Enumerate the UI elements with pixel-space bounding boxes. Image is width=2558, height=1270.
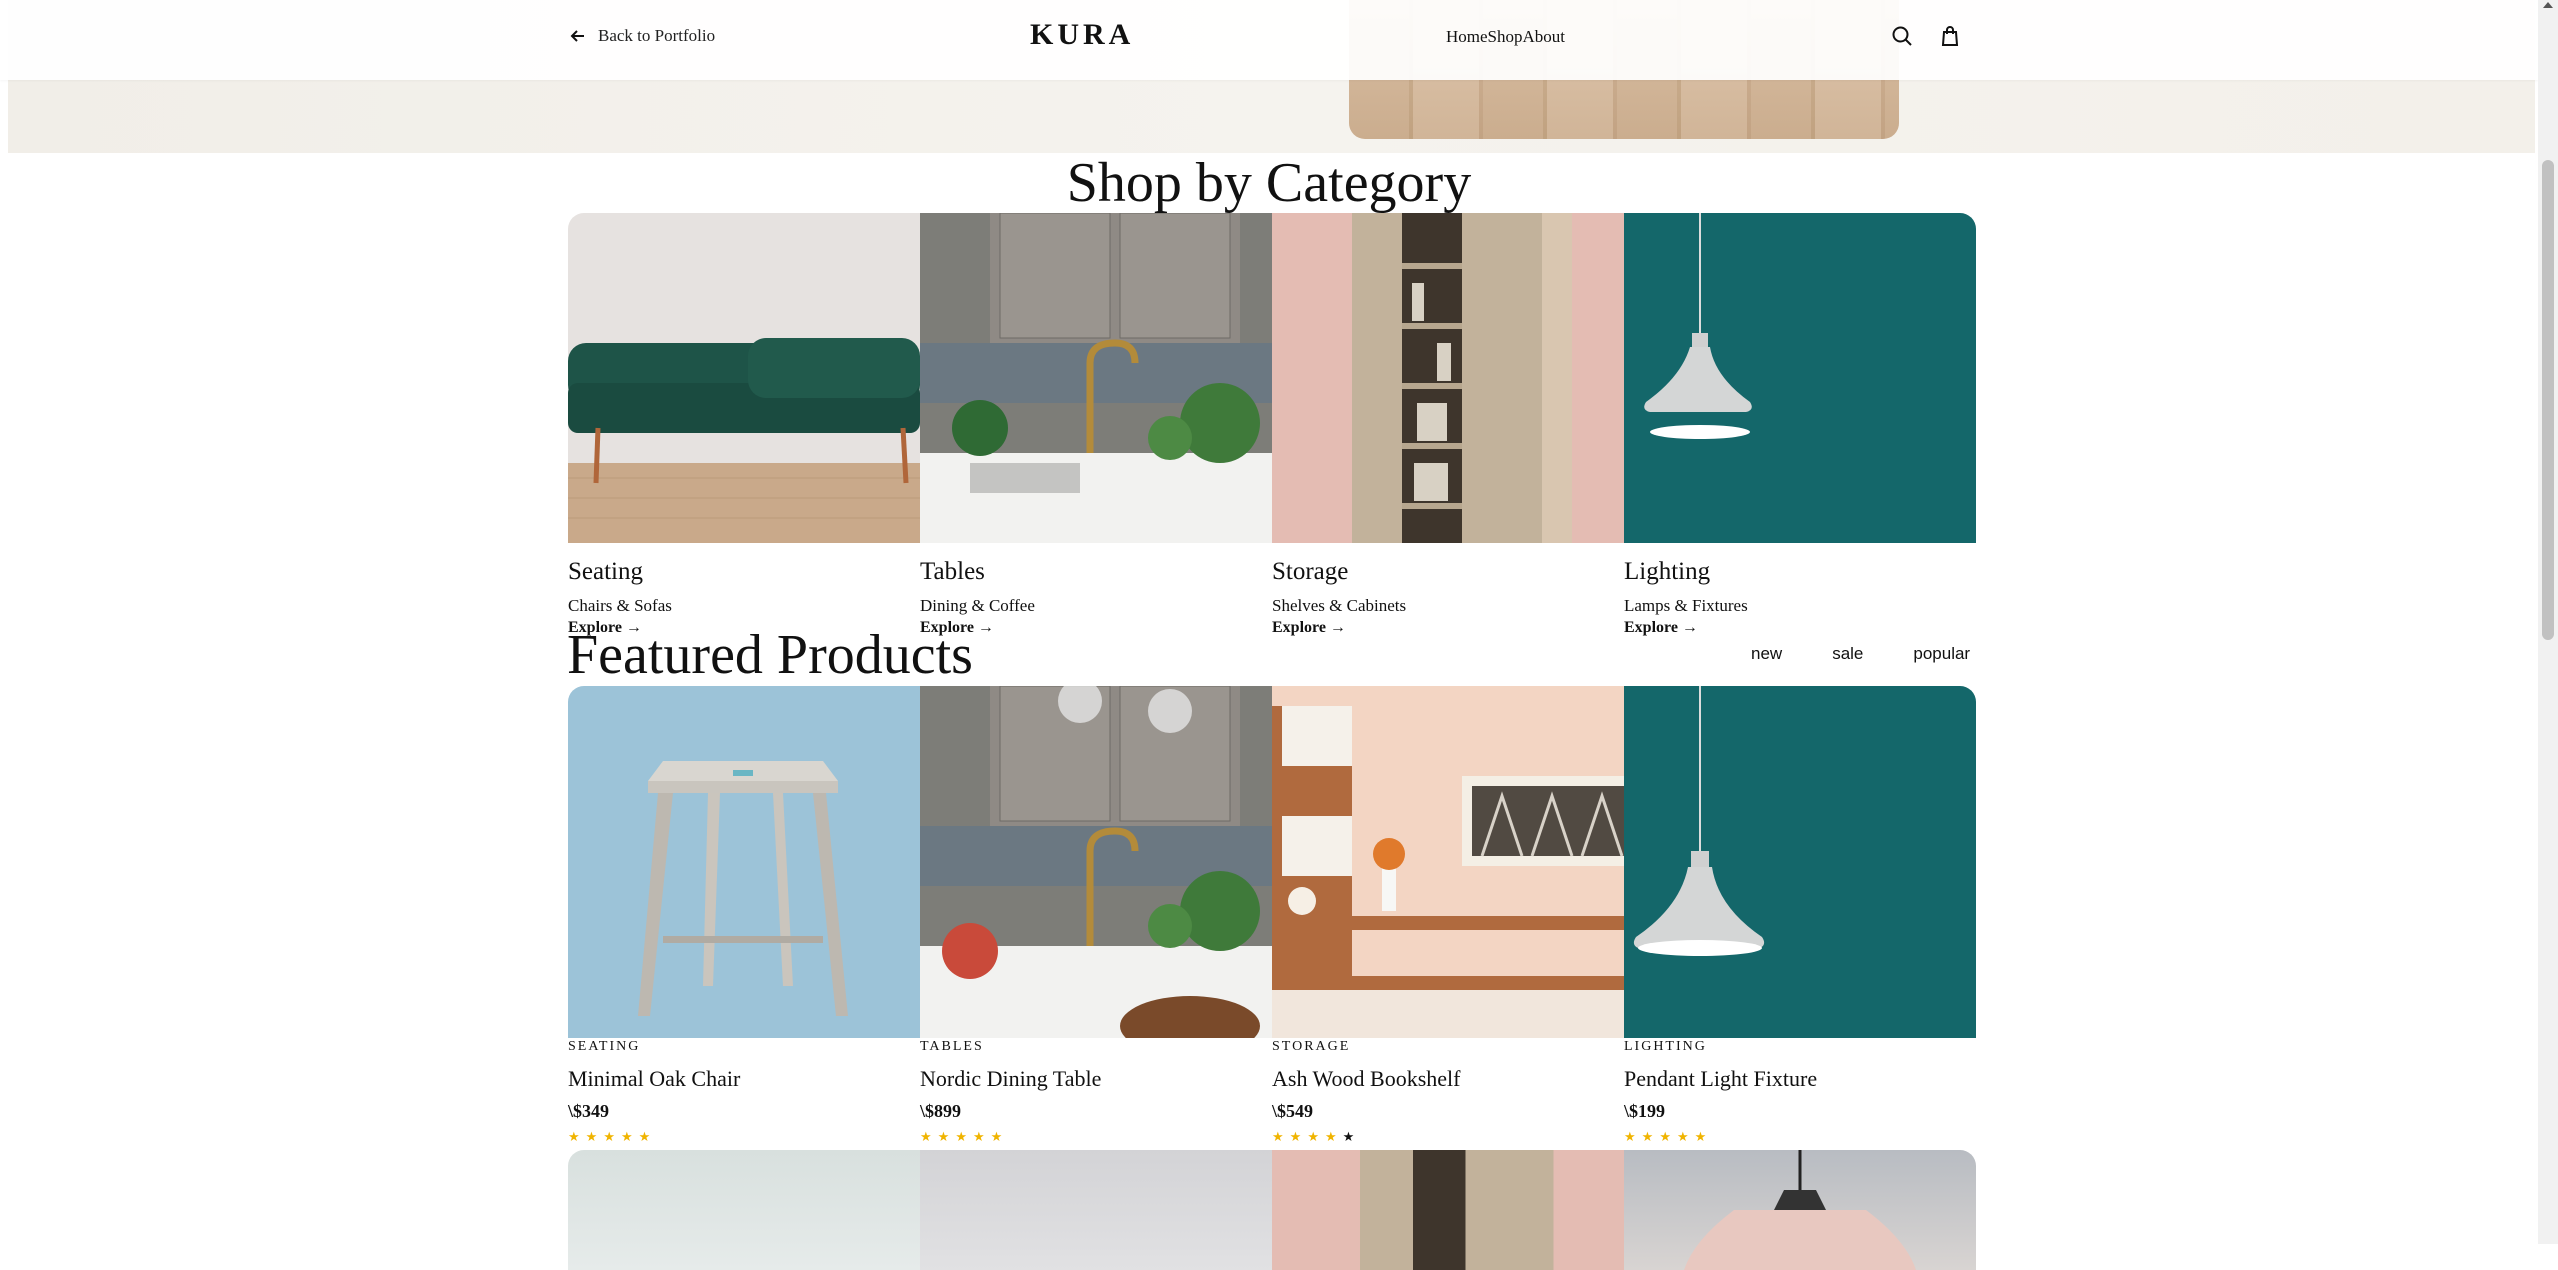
product-rating: ★★★★★: [1624, 1130, 1976, 1144]
nav-about[interactable]: About: [1523, 27, 1566, 47]
product-category: TABLES: [920, 1039, 984, 1054]
nav-home[interactable]: Home: [1446, 27, 1488, 47]
product-image: [1624, 1150, 1976, 1270]
star-icon: ★: [638, 1129, 657, 1144]
main-nav: Home Shop About: [1446, 27, 1565, 47]
category-image-seating: [568, 213, 920, 543]
product-rating: ★★★★★: [568, 1130, 920, 1144]
star-icon: ★: [585, 1129, 604, 1144]
site-logo[interactable]: KURA: [1030, 18, 1134, 52]
back-label: Back to Portfolio: [598, 26, 716, 45]
product-price: \$899: [920, 1101, 962, 1121]
product-price: \$199: [1624, 1101, 1666, 1121]
page-scrollbar[interactable]: [2538, 0, 2558, 1244]
shopping-bag-icon[interactable]: [1938, 24, 1962, 48]
category-subtitle: Shelves & Cabinets: [1272, 596, 1407, 615]
product-image: [1272, 686, 1624, 1038]
search-icon[interactable]: [1890, 24, 1914, 48]
explore-link[interactable]: Explore →: [1624, 618, 1976, 638]
product-grid-row-2: [568, 1150, 1976, 1270]
star-icon: ★: [1694, 1129, 1713, 1144]
product-category: SEATING: [568, 1039, 641, 1054]
star-icon: ★: [1676, 1129, 1695, 1144]
category-image-lighting: [1624, 213, 1976, 543]
featured-title: Featured Products: [567, 624, 973, 686]
product-card[interactable]: TABLES Nordic Dining Table \$899 ★★★★★: [920, 686, 1272, 1144]
category-name: Lighting: [1624, 558, 1711, 585]
scroll-up-arrow-icon[interactable]: [2543, 2, 2553, 8]
product-name: Nordic Dining Table: [920, 1066, 1102, 1091]
product-rating: ★★★★★: [920, 1130, 1272, 1144]
product-rating: ★★★★★: [1272, 1130, 1624, 1144]
star-icon: ★: [1659, 1129, 1677, 1144]
nav-shop[interactable]: Shop: [1488, 27, 1523, 47]
product-card[interactable]: [920, 1150, 1272, 1270]
star-icon: ★: [1289, 1129, 1308, 1144]
star-icon: ★: [620, 1129, 639, 1144]
category-name: Seating: [568, 558, 643, 585]
product-grid: SEATING Minimal Oak Chair \$349 ★★★★★ TA…: [568, 686, 1976, 1144]
product-card[interactable]: [1624, 1150, 1976, 1270]
product-price: \$549: [1272, 1101, 1314, 1121]
category-subtitle: Lamps & Fixtures: [1624, 596, 1748, 615]
product-image: [1272, 1150, 1624, 1270]
product-card[interactable]: [1272, 1150, 1624, 1270]
category-image-tables: [920, 213, 1272, 543]
product-image: [1624, 686, 1976, 1038]
star-icon: ★: [955, 1129, 973, 1144]
arrow-left-icon: [570, 30, 584, 42]
product-name: Minimal Oak Chair: [568, 1066, 741, 1091]
star-icon: ★: [568, 1129, 586, 1144]
product-price: \$349: [568, 1101, 610, 1121]
product-card[interactable]: STORAGE Ash Wood Bookshelf \$549 ★★★★★: [1272, 686, 1624, 1144]
product-image: [568, 1150, 920, 1270]
explore-link[interactable]: Explore →: [1272, 618, 1624, 638]
category-subtitle: Dining & Coffee: [920, 596, 1035, 615]
categories-title: Shop by Category: [1066, 152, 1472, 214]
product-name: Ash Wood Bookshelf: [1272, 1066, 1461, 1091]
category-name: Tables: [920, 558, 985, 585]
back-to-portfolio-link[interactable]: Back to Portfolio: [570, 26, 715, 46]
product-category: LIGHTING: [1624, 1039, 1707, 1054]
product-name: Pendant Light Fixture: [1624, 1066, 1818, 1091]
star-icon: ★: [1307, 1129, 1325, 1144]
category-grid: Seating Chairs & Sofas Explore → Tables …: [568, 213, 1976, 638]
product-card[interactable]: SEATING Minimal Oak Chair \$349 ★★★★★: [568, 686, 920, 1144]
filter-new[interactable]: new: [1726, 644, 1807, 664]
product-category: STORAGE: [1272, 1039, 1351, 1054]
site-header: Back to Portfolio KURA Home Shop About: [0, 0, 2538, 80]
star-icon: ★: [603, 1129, 621, 1144]
category-card-seating[interactable]: Seating Chairs & Sofas Explore →: [568, 213, 920, 638]
product-image: [568, 686, 920, 1038]
category-card-tables[interactable]: Tables Dining & Coffee Explore →: [920, 213, 1272, 638]
product-filters: new sale popular: [1726, 644, 1995, 664]
category-name: Storage: [1272, 558, 1349, 585]
filter-sale[interactable]: sale: [1807, 644, 1888, 664]
category-card-lighting[interactable]: Lighting Lamps & Fixtures Explore →: [1624, 213, 1976, 638]
star-icon: ★: [990, 1129, 1009, 1144]
star-icon: ★: [1272, 1129, 1290, 1144]
star-icon: ★: [1324, 1129, 1343, 1144]
star-icon: ★: [937, 1129, 956, 1144]
star-icon: ★: [920, 1129, 938, 1144]
product-image: [920, 1150, 1272, 1270]
product-image: [920, 686, 1272, 1038]
category-image-storage: [1272, 213, 1624, 543]
star-icon: ★: [972, 1129, 991, 1144]
product-card[interactable]: LIGHTING Pendant Light Fixture \$199 ★★★…: [1624, 686, 1976, 1144]
star-icon: ★: [1624, 1129, 1642, 1144]
product-card[interactable]: [568, 1150, 920, 1270]
category-subtitle: Chairs & Sofas: [568, 596, 672, 615]
star-icon: ★: [1342, 1129, 1361, 1144]
scrollbar-thumb[interactable]: [2542, 160, 2554, 640]
category-card-storage[interactable]: Storage Shelves & Cabinets Explore →: [1272, 213, 1624, 638]
filter-popular[interactable]: popular: [1888, 644, 1995, 664]
star-icon: ★: [1641, 1129, 1660, 1144]
